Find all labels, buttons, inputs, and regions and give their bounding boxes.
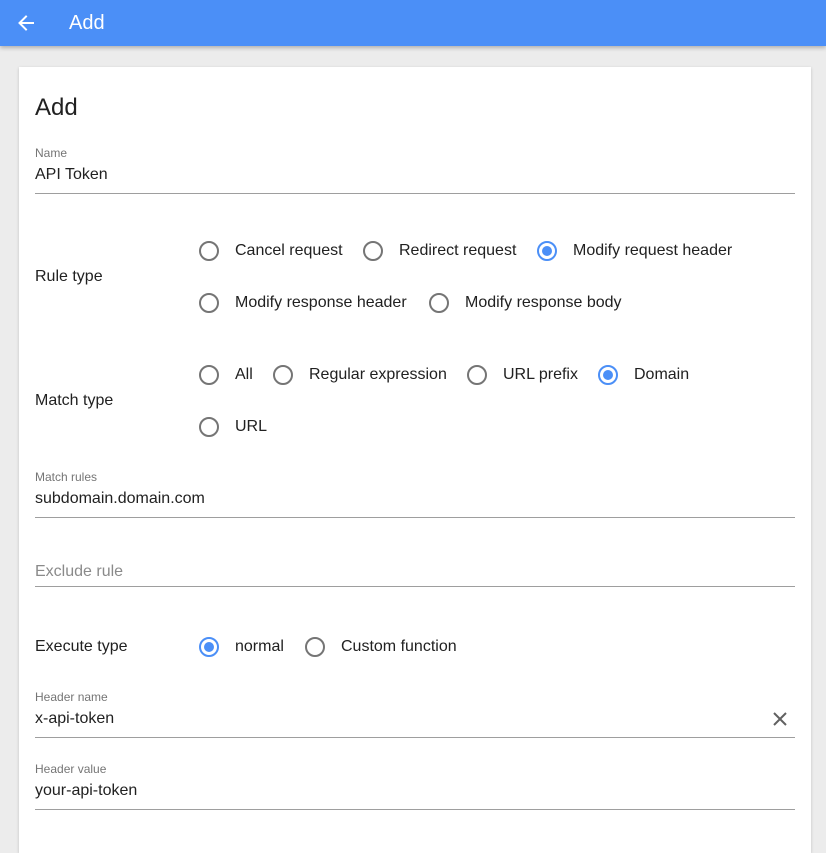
- back-button[interactable]: [14, 11, 40, 35]
- radio-label: Redirect request: [399, 242, 517, 259]
- match-type-domain-radio[interactable]: Domain: [598, 362, 689, 388]
- radio-unchecked-icon: [273, 365, 293, 385]
- radio-label: URL: [235, 418, 268, 435]
- match-rules-input[interactable]: [35, 487, 795, 511]
- radio-label: Cancel request: [235, 242, 343, 259]
- radio-label: Modify response header: [235, 294, 407, 311]
- radio-unchecked-icon: [467, 365, 487, 385]
- match-type-url-prefix-radio[interactable]: URL prefix: [467, 362, 578, 388]
- app-bar: Add: [0, 0, 826, 46]
- exclude-rule-field: [35, 560, 795, 587]
- execute-type-custom-function-radio[interactable]: Custom function: [305, 634, 457, 660]
- rule-type-label: Rule type: [35, 268, 103, 285]
- radio-label: normal: [235, 638, 284, 655]
- radio-label: Modify response body: [465, 294, 622, 311]
- execute-type-normal-radio[interactable]: normal: [199, 634, 284, 660]
- name-field: Name: [35, 146, 795, 194]
- header-value-field: Header value: [35, 762, 795, 810]
- rule-type-modify-response-body-radio[interactable]: Modify response body: [429, 290, 622, 316]
- radio-unchecked-icon: [199, 365, 219, 385]
- radio-label: URL prefix: [503, 366, 578, 383]
- radio-unchecked-icon: [429, 293, 449, 313]
- rule-type-redirect-request-radio[interactable]: Redirect request: [363, 238, 516, 264]
- radio-checked-icon: [598, 365, 618, 385]
- radio-checked-icon: [537, 241, 557, 261]
- exclude-rule-underline: [35, 586, 795, 587]
- header-name-field: Header name: [35, 690, 795, 738]
- radio-unchecked-icon: [199, 293, 219, 313]
- header-name-underline: [35, 737, 795, 738]
- header-value-label: Header value: [35, 762, 107, 776]
- header-name-label: Header name: [35, 690, 108, 704]
- exclude-rule-input[interactable]: [35, 560, 795, 584]
- rule-type-cancel-request-radio[interactable]: Cancel request: [199, 238, 343, 264]
- radio-unchecked-icon: [363, 241, 383, 261]
- radio-checked-icon: [199, 637, 219, 657]
- name-underline: [35, 193, 795, 194]
- close-icon: [773, 712, 787, 726]
- radio-label: Regular expression: [309, 366, 447, 383]
- add-rule-card: Add Name Rule type Cancel request Redire…: [19, 67, 811, 853]
- radio-label: Domain: [634, 366, 690, 383]
- name-input[interactable]: [35, 163, 795, 187]
- name-label: Name: [35, 146, 68, 160]
- match-rules-underline: [35, 517, 795, 518]
- radio-label: All: [235, 366, 253, 383]
- radio-unchecked-icon: [305, 637, 325, 657]
- arrow-back-icon: [18, 15, 34, 31]
- app-bar-title: Add: [69, 12, 105, 34]
- rule-type-modify-request-header-radio[interactable]: Modify request header: [537, 238, 732, 264]
- match-type-all-radio[interactable]: All: [199, 362, 253, 388]
- radio-unchecked-icon: [199, 417, 219, 437]
- match-type-regular-expression-radio[interactable]: Regular expression: [273, 362, 447, 388]
- header-name-input[interactable]: [35, 707, 795, 731]
- execute-type-label: Execute type: [35, 638, 128, 655]
- match-type-label: Match type: [35, 392, 114, 409]
- radio-label: Modify request header: [573, 242, 733, 259]
- match-rules-label: Match rules: [35, 470, 98, 484]
- form-heading: Add: [35, 94, 78, 121]
- rule-type-modify-response-header-radio[interactable]: Modify response header: [199, 290, 407, 316]
- match-type-url-radio[interactable]: URL: [199, 414, 267, 440]
- clear-header-name-button[interactable]: [771, 710, 789, 728]
- header-value-underline: [35, 809, 795, 810]
- header-value-input[interactable]: [35, 779, 795, 803]
- match-rules-field: Match rules: [35, 470, 795, 518]
- radio-unchecked-icon: [199, 241, 219, 261]
- radio-label: Custom function: [341, 638, 457, 655]
